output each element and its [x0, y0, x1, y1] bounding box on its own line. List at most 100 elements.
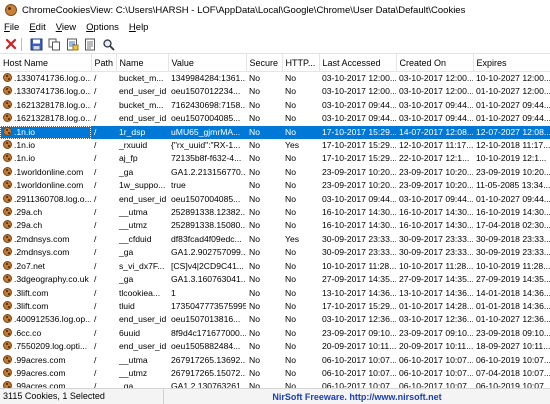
- table-row[interactable]: .2mdnsys.com / __cfduid df83fcad4f09edc... N…: [0, 233, 550, 246]
- table-cell: No: [249, 287, 260, 298]
- table-cell: .2mdnsys.com: [0, 246, 91, 259]
- table-row[interactable]: .1worldonline.com / _ga GA1.2.213156770... N…: [0, 166, 550, 179]
- table-cell: No: [285, 113, 296, 124]
- table-cell: 1r_dsp: [116, 125, 168, 140]
- table-cell: 11-05-2085 13:34...: [476, 180, 550, 191]
- table-row[interactable]: .1n.io / _rxuuid {"rx_uuid":"RX-1... No Yes 17…: [0, 139, 550, 152]
- menu-options[interactable]: Options: [82, 22, 125, 33]
- table-cell: 30-09-2018 23:33...: [476, 233, 550, 244]
- table-cell: No: [249, 300, 260, 311]
- table-cell: 03-10-2017 12:00...: [399, 86, 473, 97]
- column-header[interactable]: Value: [168, 54, 247, 72]
- cookie-icon: [3, 113, 12, 123]
- menu-help[interactable]: Help: [125, 22, 155, 33]
- table-cell: 20-09-2017 10:11...: [322, 341, 396, 352]
- table-cell: /: [94, 314, 97, 325]
- table-row[interactable]: .1worldonline.com / 1w_suppo... true No No 23-…: [0, 179, 550, 192]
- table-row[interactable]: .7550209.log.opti... / end_user_id oeu15058…: [0, 340, 550, 353]
- table-cell: 18-09-2027 10:11...: [476, 341, 550, 352]
- table-cell: 03-10-2017 12:00...: [399, 73, 473, 83]
- table-row[interactable]: .6cc.co/6uuid 8f9d4c171677000... No No 23-09…: [0, 327, 550, 340]
- table-row[interactable]: .1621328178.log.o... / end_user_id oeu15070…: [0, 112, 550, 125]
- table-cell: 01-10-2027 12:36...: [476, 314, 550, 325]
- table-row[interactable]: .3lift.com / tlcookiea... 1 No No 13-10-2017 1…: [0, 287, 550, 300]
- table-row[interactable]: .29a.ch / __utmz 252891338.15080... No No 16-1…: [0, 219, 550, 232]
- cookie-icon: [3, 233, 12, 243]
- table-cell: No: [285, 193, 296, 204]
- table-cell: 06-10-2017 10:07...: [399, 367, 473, 378]
- table-row[interactable]: .400912536.log.op... / end_user_id oeu15070…: [0, 313, 550, 326]
- host-name-text: .1330741736.log.o...: [14, 73, 91, 83]
- table-cell: 01-10-2027 12:00...: [476, 86, 550, 97]
- table-cell: 03-10-2017 12:00...: [322, 73, 396, 83]
- host-name-text: .1n.io: [14, 126, 36, 137]
- host-name-text: .2911360708.log.o...: [14, 193, 91, 204]
- table-cell: 22-10-2017 12:1...: [399, 153, 470, 164]
- column-header[interactable]: Created On: [396, 54, 474, 72]
- table-cell: No: [285, 341, 296, 352]
- window-title: ChromeCookiesView: C:\Users\HARSH - LOF\…: [22, 4, 466, 16]
- table-cell: No: [249, 247, 260, 258]
- column-header[interactable]: HTTP...: [282, 54, 320, 72]
- toolbar: [0, 35, 550, 54]
- table-row[interactable]: .1330741736.log.o... / bucket_m... 13499842…: [0, 72, 550, 86]
- table-row[interactable]: .1n.io/1r_dsp uMU65_gjmrMA... No No 17-10-20…: [0, 125, 550, 140]
- table-cell: _ga: [119, 381, 134, 388]
- table-cell: /: [94, 274, 97, 285]
- table-cell: No: [249, 180, 260, 191]
- copy-icon[interactable]: [47, 37, 61, 51]
- table-cell: 06-10-2017 10:07...: [322, 367, 396, 378]
- table-cell: 03-10-2017 09:44...: [399, 193, 473, 204]
- menu-file[interactable]: File: [0, 22, 25, 33]
- table-cell: No: [249, 140, 260, 151]
- html-report-icon[interactable]: [65, 37, 79, 51]
- column-header[interactable]: Host Name: [0, 54, 92, 72]
- cookie-icon: [3, 193, 12, 203]
- table-cell: No: [249, 327, 260, 338]
- table-cell: .1330741736.log.o...: [0, 72, 91, 86]
- find-icon[interactable]: [101, 37, 115, 51]
- table-row[interactable]: .1n.io / aj_fp 72135b8f-f632-4... No No 17-10-…: [0, 152, 550, 165]
- save-icon[interactable]: [29, 37, 43, 51]
- properties-icon[interactable]: [83, 37, 97, 51]
- host-name-text: .3dgeography.co.uk: [14, 274, 89, 285]
- table-cell: end_user_id: [119, 314, 167, 325]
- table-cell: 23-09-2017 10:20...: [399, 180, 473, 191]
- cookies-grid[interactable]: Host Name Path Name Value Secure HTTP... Last …: [0, 54, 550, 388]
- table-cell: .3dgeography.co.uk: [0, 273, 91, 286]
- menu-view[interactable]: View: [52, 22, 82, 33]
- menu-edit[interactable]: Edit: [25, 22, 51, 33]
- table-row[interactable]: .2mdnsys.com / _ga GA1.2.902757099... No No 30…: [0, 246, 550, 259]
- nirsoft-link[interactable]: NirSoft Freeware. http://www.nirsoft.net: [164, 392, 550, 402]
- table-cell: No: [249, 341, 260, 352]
- column-header[interactable]: Path: [91, 54, 117, 72]
- cookie-icon: [3, 367, 12, 377]
- table-cell: 72135b8f-f632-4...: [171, 153, 242, 164]
- column-header[interactable]: Secure: [246, 54, 283, 72]
- table-cell: 10-10-2027 12:00...: [476, 73, 550, 83]
- table-row[interactable]: .99acres.com / __utma 267917265.13692... No N…: [0, 354, 550, 367]
- table-row[interactable]: .2o7.net / s_vi_dx7F... [CS]v4|2CD9C41... No…: [0, 260, 550, 273]
- host-name-text: .2o7.net: [14, 260, 46, 271]
- table-cell: /: [94, 220, 97, 231]
- table-row[interactable]: .29a.ch / __utma 252891338.12382... No No 16-1…: [0, 206, 550, 219]
- table-cell: /: [94, 113, 97, 124]
- table-cell: __utmz: [119, 220, 148, 231]
- cookie-icon: [3, 327, 12, 337]
- table-row[interactable]: .99acres.com / _ga GA1.2.130763261... No No 06…: [0, 380, 550, 388]
- host-name-text: .6cc.co: [14, 327, 42, 338]
- table-cell: bucket_m...: [119, 99, 164, 110]
- table-row[interactable]: .99acres.com / __utmz 267917265.15072... No N…: [0, 367, 550, 380]
- delete-icon[interactable]: [4, 37, 18, 51]
- table-row[interactable]: .1621328178.log.o... / bucket_m... 71624306…: [0, 99, 550, 112]
- table-row[interactable]: .3lift.com/tluid1735047773575995...NoNo1…: [0, 300, 550, 313]
- table-row[interactable]: .1330741736.log.o... / end_user_id oeu15070…: [0, 85, 550, 98]
- column-header[interactable]: Name: [116, 54, 169, 72]
- table-row[interactable]: .3dgeography.co.uk / _ga GA1.3.160763041...…: [0, 273, 550, 286]
- column-header[interactable]: Last Accessed: [319, 54, 397, 72]
- status-count: 3115 Cookies, 1 Selected: [0, 389, 164, 404]
- table-cell: 1w_suppo...: [119, 180, 166, 191]
- table-row[interactable]: .2911360708.log.o... / end_user_id oeu15070…: [0, 193, 550, 206]
- table-cell: /: [94, 341, 97, 352]
- column-header[interactable]: Expires: [473, 54, 550, 72]
